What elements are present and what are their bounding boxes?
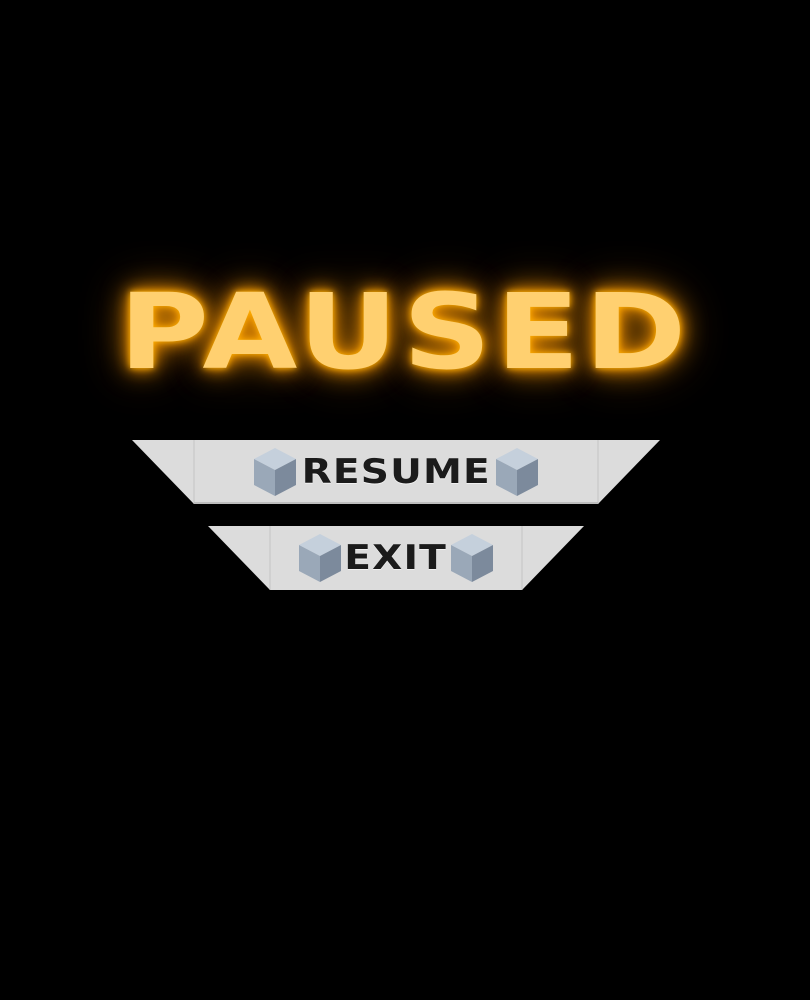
- resume-button[interactable]: RESUME: [132, 440, 660, 504]
- exit-button[interactable]: EXIT: [208, 526, 584, 590]
- cube-icon: [253, 448, 296, 496]
- exit-label: EXIT: [344, 538, 448, 578]
- pause-screen: PAUSED RESUME EXIT: [0, 0, 810, 1000]
- cube-icon: [299, 534, 342, 582]
- cube-icon: [496, 448, 539, 496]
- cube-icon: [450, 534, 493, 582]
- resume-label: RESUME: [301, 452, 491, 492]
- paused-title: PAUSED: [119, 271, 691, 393]
